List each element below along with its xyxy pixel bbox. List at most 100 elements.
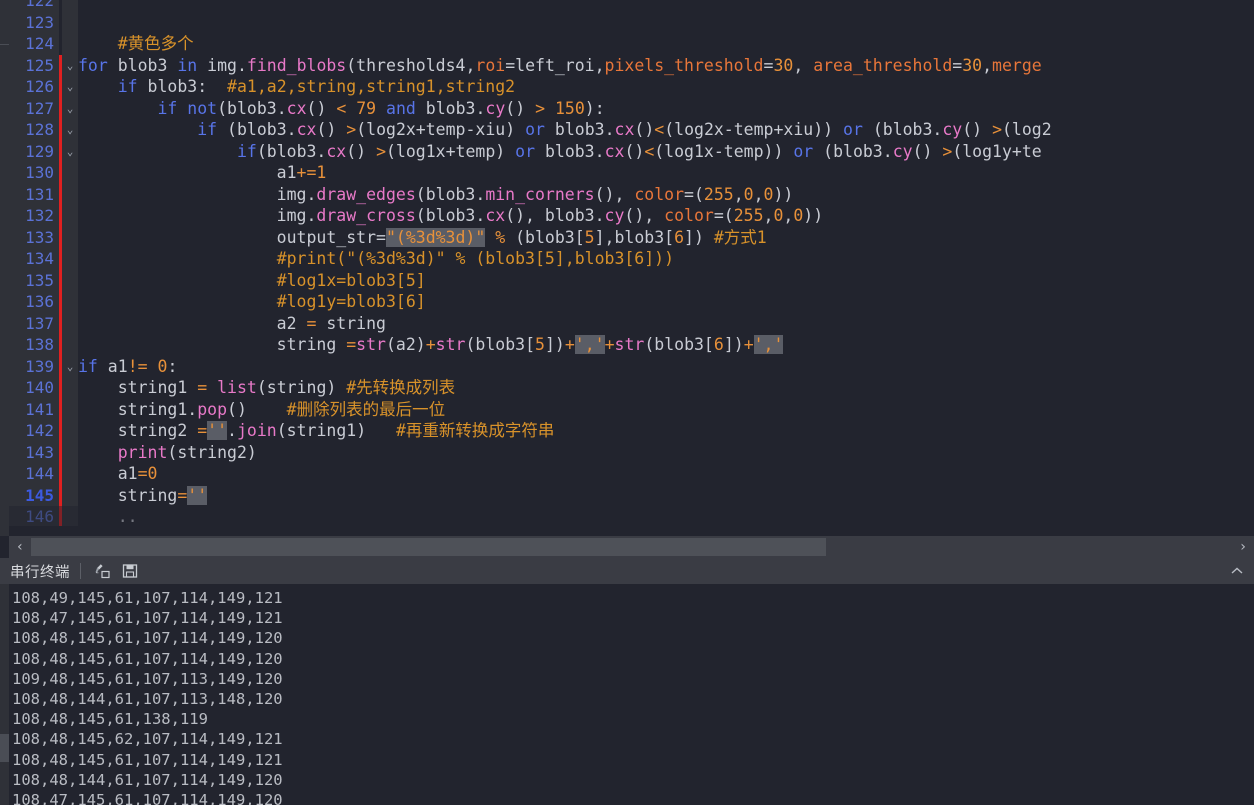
save-output-icon[interactable] bbox=[119, 561, 141, 581]
code-line[interactable]: 128 ⌄ if (blob3.cx() >(log2x+temp-xiu) or… bbox=[9, 119, 1254, 141]
code-token-plain: () bbox=[306, 98, 337, 118]
scroll-right-arrow-icon[interactable]: › bbox=[1232, 536, 1254, 558]
fold-column-spacer bbox=[62, 162, 78, 184]
code-token-plain: (), blob3. bbox=[505, 206, 605, 225]
collapse-terminal-icon[interactable] bbox=[1230, 558, 1244, 584]
code-line-text: a1+=1 bbox=[78, 162, 327, 184]
code-token-kw: not bbox=[187, 98, 218, 118]
code-token-plain: (a2) bbox=[385, 335, 426, 354]
code-line[interactable]: 123 bbox=[9, 11, 1254, 33]
code-fold-chevron-icon[interactable]: ⌄ bbox=[62, 140, 78, 162]
code-token-fn: cx bbox=[614, 120, 635, 139]
code-lines-container[interactable]: 122 123 124 #黄色多个 125 ⌄ for blob3 in img.find… bbox=[9, 0, 1254, 526]
code-token-fn: str bbox=[435, 335, 466, 354]
scrollbar-track[interactable] bbox=[31, 536, 1232, 558]
code-token-num: = bbox=[197, 421, 208, 440]
code-token-plain: string bbox=[316, 313, 386, 333]
code-fold-chevron-icon[interactable]: ⌄ bbox=[62, 97, 78, 119]
code-token-plain: (blob3[ bbox=[644, 335, 714, 354]
code-token-fn: list bbox=[217, 378, 257, 397]
code-line-text: print(string2) bbox=[78, 442, 257, 464]
code-token-num: 255 bbox=[703, 184, 734, 204]
code-line[interactable]: 146 .. bbox=[9, 506, 1254, 526]
code-fold-chevron-icon[interactable]: ⌄ bbox=[62, 355, 78, 377]
code-line[interactable]: 124 #黄色多个 bbox=[9, 33, 1254, 55]
code-line[interactable]: 143 print(string2) bbox=[9, 441, 1254, 464]
code-line[interactable]: 137 a2 = string bbox=[9, 312, 1254, 334]
code-token-num: 6 bbox=[674, 227, 685, 247]
fold-column-spacer bbox=[62, 420, 78, 442]
code-line[interactable]: 134 #print("(%3d%3d)" % (blob3[5],blob3[… bbox=[9, 248, 1254, 270]
code-token-cmt: #方式1 bbox=[713, 227, 767, 247]
code-token-plain: , bbox=[793, 55, 814, 75]
code-line-text: #黄色多个 bbox=[78, 33, 194, 55]
code-token-plain: a1 bbox=[97, 356, 128, 376]
serial-terminal-pane[interactable]: 串行终端 108,49,145,61,107,114,149,121 108,4… bbox=[0, 558, 1254, 805]
code-token-plain: , bbox=[982, 55, 993, 75]
code-line[interactable]: 145 string='' bbox=[9, 484, 1254, 507]
code-line[interactable]: 133 output_str="(%3d%3d)" % (blob3[5],bl… bbox=[9, 226, 1254, 248]
scroll-left-arrow-icon[interactable]: ‹ bbox=[9, 536, 31, 558]
code-line[interactable]: 126 ⌄ if blob3: #a1,a2,string,string1,str… bbox=[9, 76, 1254, 98]
code-line-text: string='' bbox=[78, 485, 208, 507]
code-token-plain: (log2x+temp-xiu) bbox=[356, 120, 526, 139]
code-token-num: 1 bbox=[316, 163, 327, 182]
code-line[interactable]: 127 ⌄ if not(blob3.cx() < 79 and blob3.cy… bbox=[9, 97, 1254, 119]
code-line[interactable]: 135 #log1x=blob3[5] bbox=[9, 269, 1254, 291]
code-token-num: 0 bbox=[157, 356, 168, 376]
code-token-num: % bbox=[495, 227, 506, 247]
code-line[interactable]: 131 img.draw_edges(blob3.min_corners(), … bbox=[9, 183, 1254, 206]
clear-output-icon[interactable] bbox=[91, 561, 113, 581]
code-line-text: string2 =''.join(string1) #再重新转换成字符串 bbox=[78, 420, 554, 442]
code-token-num: 255 bbox=[733, 206, 764, 225]
fold-column-spacer bbox=[62, 0, 78, 12]
code-line[interactable]: 141 string1.pop() #删除列表的最后一位 bbox=[9, 398, 1254, 421]
editor-horizontal-scrollbar[interactable]: ‹ › bbox=[9, 536, 1254, 558]
code-line[interactable]: 139 ⌄ if a1!= 0: bbox=[9, 355, 1254, 377]
code-editor-pane[interactable]: 122 123 124 #黄色多个 125 ⌄ for blob3 in img.find… bbox=[0, 0, 1254, 536]
code-line-text: img.draw_edges(blob3.min_corners(), colo… bbox=[78, 184, 794, 206]
terminal-title: 串行终端 bbox=[10, 564, 70, 581]
code-fold-chevron-icon[interactable]: ⌄ bbox=[62, 76, 78, 98]
code-token-kw: for bbox=[78, 55, 108, 75]
code-token-param: merge bbox=[992, 55, 1042, 75]
code-token-num: + bbox=[564, 335, 575, 354]
terminal-output-line: 108,47,145,61,107,114,149,120 bbox=[12, 790, 283, 805]
line-number: 127 bbox=[9, 97, 59, 119]
code-line[interactable]: 140 string1 = list(string) #先转换成列表 bbox=[9, 377, 1254, 399]
code-token-num: = bbox=[306, 313, 317, 333]
code-token-num: 5 bbox=[584, 227, 595, 247]
code-line[interactable]: 125 ⌄ for blob3 in img.find_blobs(threshol… bbox=[9, 54, 1254, 76]
code-line[interactable]: 144 a1=0 bbox=[9, 463, 1254, 485]
code-fold-chevron-icon[interactable]: ⌄ bbox=[62, 119, 78, 141]
code-token-num: = bbox=[177, 485, 188, 505]
code-line[interactable]: 122 bbox=[9, 0, 1254, 12]
code-line[interactable]: 130 a1+=1 bbox=[9, 162, 1254, 184]
fold-column-spacer bbox=[62, 377, 78, 399]
code-token-plain: (log2x-temp+xiu)) bbox=[664, 120, 844, 139]
terminal-header[interactable]: 串行终端 bbox=[0, 558, 1254, 584]
code-token-num: > bbox=[376, 141, 386, 161]
code-line-text: string1.pop() #删除列表的最后一位 bbox=[78, 399, 445, 421]
code-token-plain: blob3. bbox=[415, 98, 486, 118]
code-line-text: if (blob3.cx() >(log2x+temp-xiu) or blob… bbox=[78, 119, 1051, 141]
terminal-output-body[interactable]: 108,49,145,61,107,114,149,121 108,47,145,… bbox=[0, 584, 1254, 805]
code-line[interactable]: 142 string2 =''.join(string1) #再重新转换成字符串 bbox=[9, 420, 1254, 442]
code-token-fn: cx bbox=[286, 98, 307, 118]
code-token-plain: blob3 bbox=[107, 55, 178, 75]
fold-column-spacer bbox=[62, 205, 78, 227]
code-token-num: = bbox=[137, 464, 148, 483]
code-token-plain: img. bbox=[78, 206, 317, 225]
code-line[interactable]: 136 #log1y=blob3[6] bbox=[9, 291, 1254, 313]
code-line[interactable]: 132 img.draw_cross(blob3.cx(), blob3.cy(… bbox=[9, 205, 1254, 227]
code-token-plain: ]) bbox=[684, 227, 714, 247]
code-token-plain: (blob3. bbox=[256, 141, 327, 161]
code-line[interactable]: 129 ⌄ if(blob3.cx() >(log1x+temp) or blob… bbox=[9, 140, 1254, 162]
code-token-num: < bbox=[654, 120, 665, 139]
code-line[interactable]: 138 string =str(a2)+str(blob3[5])+','+st… bbox=[9, 334, 1254, 356]
code-fold-chevron-icon[interactable]: ⌄ bbox=[62, 54, 78, 76]
code-token-plain: )) bbox=[773, 184, 794, 204]
scrollbar-thumb[interactable] bbox=[31, 538, 826, 556]
code-token-plain: (blob3. bbox=[862, 120, 943, 139]
